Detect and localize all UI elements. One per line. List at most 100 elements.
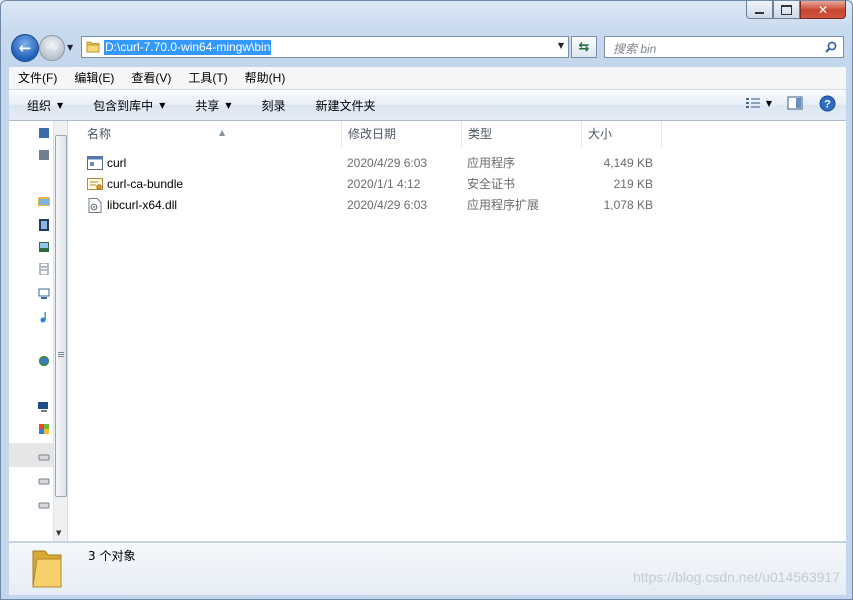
menu-bar: 文件(F) 编辑(E) 查看(V) 工具(T) 帮助(H) <box>9 67 846 90</box>
navigation-bar: ← → ▼ D:\curl-7.70.0-win64-mingw\bin ▼ ⇆… <box>1 31 853 63</box>
column-header-size[interactable]: 大小 <box>582 121 662 147</box>
chevron-down-icon: ▼ <box>159 100 166 110</box>
back-button[interactable]: ← <box>11 34 39 62</box>
watermark-text: https://blog.csdn.net/u014563917 <box>632 569 840 585</box>
file-row-curl[interactable]: curl 2020/4/29 6:03 应用程序 4,149 KB <box>67 153 846 174</box>
drive-icon <box>38 502 50 509</box>
refresh-icon: ⇆ <box>578 39 590 55</box>
drive-icon <box>38 454 50 461</box>
favorites-item-icon <box>39 128 49 138</box>
command-bar: 组织 ▼ 包含到库中 ▼ 共享 ▼ 刻录 新建文件夹 ▼ ? <box>9 90 846 121</box>
downloads-item-icon <box>39 150 49 160</box>
organize-label: 组织 <box>27 98 52 113</box>
menu-edit[interactable]: 编辑(E) <box>65 68 122 88</box>
close-icon: ✕ <box>817 2 829 17</box>
column-header-type[interactable]: 类型 <box>462 121 582 147</box>
search-box[interactable]: 搜索 bin <box>604 36 844 58</box>
file-type: 应用程序 <box>467 156 516 170</box>
search-icon[interactable] <box>825 41 837 53</box>
item-count: 3 个对象 <box>88 549 136 563</box>
folder-icon <box>86 41 100 53</box>
menu-tools[interactable]: 工具(T) <box>179 68 235 88</box>
file-row-libcurl-x64-dll[interactable]: libcurl-x64.dll 2020/4/29 6:03 应用程序扩展 1,… <box>67 195 846 216</box>
navigation-pane[interactable] <box>9 121 53 541</box>
view-options-chevron-icon[interactable]: ▼ <box>766 99 772 108</box>
file-row-curl-ca-bundle[interactable]: curl-ca-bundle 2020/1/1 4:12 安全证书 219 KB <box>67 174 846 195</box>
file-date: 2020/4/29 6:03 <box>347 198 428 212</box>
file-type: 应用程序扩展 <box>467 198 540 212</box>
column-header-date[interactable]: 修改日期 <box>342 121 462 147</box>
certificate-icon <box>87 178 103 190</box>
close-button[interactable]: ✕ <box>800 1 846 19</box>
maximize-icon <box>781 4 792 15</box>
file-size: 219 KB <box>613 177 653 191</box>
burn-label: 刻录 <box>261 98 286 113</box>
column-header-type-label: 类型 <box>468 127 493 141</box>
minimize-icon <box>755 11 764 14</box>
include-in-library-label: 包含到库中 <box>93 98 154 113</box>
burn-button[interactable]: 刻录 <box>244 97 298 114</box>
network-globe-icon <box>38 355 50 367</box>
local-disk-windows-icon <box>39 424 49 434</box>
chevron-down-icon: ▼ <box>225 100 232 110</box>
include-in-library-button[interactable]: 包含到库中 ▼ <box>75 97 177 114</box>
file-name[interactable]: libcurl-x64.dll <box>107 195 177 216</box>
music-library-icon <box>40 312 46 323</box>
file-size: 1,078 KB <box>603 198 653 212</box>
dll-icon <box>88 198 102 213</box>
documents-library-icon <box>39 263 49 275</box>
maximize-button[interactable] <box>773 1 800 19</box>
chevron-down-icon: ▼ <box>57 100 64 110</box>
refresh-button[interactable]: ⇆ <box>571 36 597 58</box>
column-header-date-label: 修改日期 <box>348 127 397 141</box>
search-placeholder: 搜索 bin <box>613 42 657 56</box>
share-label: 共享 <box>195 98 220 113</box>
file-name[interactable]: curl <box>107 153 126 174</box>
new-folder-button[interactable]: 新建文件夹 <box>298 97 388 114</box>
address-path[interactable]: D:\curl-7.70.0-win64-mingw\bin <box>104 40 272 55</box>
help-icon[interactable]: ? <box>818 94 836 112</box>
organize-button[interactable]: 组织 ▼ <box>9 97 75 114</box>
preview-pane-icon[interactable] <box>786 94 804 112</box>
forward-button[interactable]: → <box>39 35 65 61</box>
column-header-name-label: 名称 <box>87 127 112 141</box>
scrollbar-thumb[interactable] <box>55 135 67 497</box>
svg-text:?: ? <box>824 98 831 110</box>
column-header-name[interactable]: 名称 ▲ <box>81 121 342 147</box>
file-date: 2020/1/1 4:12 <box>347 177 421 191</box>
exe-icon <box>87 156 103 170</box>
content-area: ▼ 名称 ▲ 修改日期 类型 大小 curl 2020/4/29 6:03 应用… <box>9 121 846 541</box>
address-dropdown-icon[interactable]: ▼ <box>558 41 564 50</box>
caption-buttons: ✕ <box>746 1 846 21</box>
change-view-icon[interactable] <box>744 94 762 112</box>
navigation-pane-scrollbar[interactable]: ▼ <box>53 121 68 541</box>
explorer-window: ✕ ← → ▼ D:\curl-7.70.0-win64-mingw\bin ▼… <box>0 0 853 600</box>
libraries-icon <box>38 197 50 206</box>
address-bar[interactable]: D:\curl-7.70.0-win64-mingw\bin ▼ <box>81 36 569 58</box>
new-folder-label: 新建文件夹 <box>315 98 376 113</box>
minimize-button[interactable] <box>746 1 773 19</box>
file-date: 2020/4/29 6:03 <box>347 156 428 170</box>
recent-pages-dropdown-icon[interactable]: ▼ <box>67 43 73 52</box>
forward-arrow-icon: → <box>46 40 58 56</box>
computer-item-icon <box>38 288 50 299</box>
computer-icon <box>38 402 48 412</box>
scroll-down-arrow-icon[interactable]: ▼ <box>56 529 61 537</box>
menu-file[interactable]: 文件(F) <box>9 68 65 88</box>
view-controls: ▼ ? <box>744 94 836 112</box>
column-header-size-label: 大小 <box>588 127 613 141</box>
share-button[interactable]: 共享 ▼ <box>177 97 243 114</box>
menu-help[interactable]: 帮助(H) <box>236 68 294 88</box>
pictures-library-icon <box>39 242 49 252</box>
scrollbar-grip-icon <box>58 352 64 358</box>
file-name[interactable]: curl-ca-bundle <box>107 174 183 195</box>
file-size: 4,149 KB <box>603 156 653 170</box>
drive-icon <box>38 478 50 485</box>
back-arrow-icon: ← <box>18 39 32 57</box>
sort-ascending-icon: ▲ <box>219 128 226 137</box>
details-pane: 3 个对象 https://blog.csdn.net/u014563917 <box>9 542 846 595</box>
folder-icon <box>32 550 62 588</box>
videos-library-icon <box>39 219 49 231</box>
menu-view[interactable]: 查看(V) <box>122 68 179 88</box>
file-list[interactable]: 名称 ▲ 修改日期 类型 大小 curl 2020/4/29 6:03 应用程序… <box>67 121 846 541</box>
